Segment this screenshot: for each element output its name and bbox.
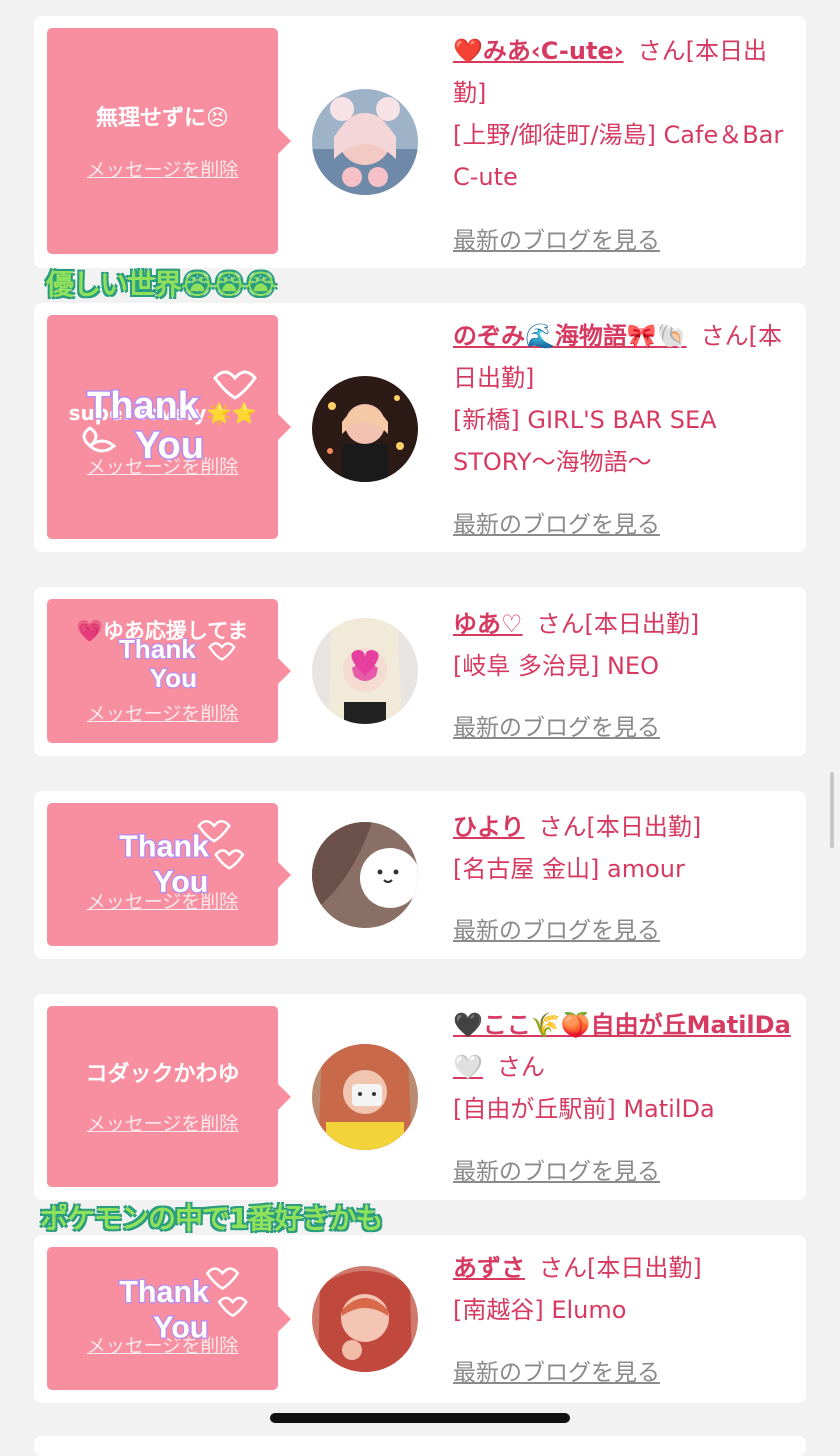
- message-bubble: 無理せずに😣 メッセージを削除: [47, 28, 291, 254]
- message-bubble: super lovely🌟⭐ メッセージを削除 Thank You: [47, 315, 291, 539]
- avatar[interactable]: [312, 89, 418, 195]
- message-bubble: コダックかわゆ メッセージを削除: [47, 1006, 291, 1187]
- cast-name-link[interactable]: あずさ: [453, 1254, 525, 1282]
- message-text: 💗ゆあ応援してま: [76, 619, 249, 643]
- message-card: super lovely🌟⭐ メッセージを削除 Thank You のぞみ🌊海物…: [34, 303, 806, 552]
- svg-text:Thank: Thank: [119, 1275, 209, 1309]
- cast-name-link[interactable]: ゆあ♡: [453, 610, 523, 638]
- honorific: さん: [539, 1254, 587, 1282]
- honorific: さん: [536, 610, 585, 638]
- work-status: [本日出勤]: [586, 813, 702, 841]
- avatar[interactable]: [312, 822, 418, 928]
- message-card: コダックかわゆ メッセージを削除 🖤ここ🌾🍑自由が丘MatilDa🤍 さん [自由…: [34, 994, 806, 1200]
- shop-name: [南越谷] Elumo: [453, 1296, 627, 1324]
- shop-name: [岐阜 多治見] NEO: [453, 652, 659, 680]
- message-bubble: メッセージを削除 Thank You: [47, 1247, 291, 1390]
- message-card: メッセージを削除 Thank You あずさ さん[本日出勤] [南越谷] Elu…: [34, 1235, 806, 1403]
- cast-name-link[interactable]: のぞみ🌊海物語🎀🐚: [453, 322, 687, 350]
- delete-message-link[interactable]: メッセージを削除: [47, 155, 278, 182]
- message-text: super lovely🌟⭐: [68, 401, 257, 425]
- delete-message-link[interactable]: メッセージを削除: [47, 1109, 278, 1136]
- latest-blog-link[interactable]: 最新のブログを見る: [453, 1353, 660, 1387]
- avatar[interactable]: [312, 1044, 418, 1150]
- svg-text:Thank: Thank: [119, 829, 209, 863]
- home-indicator[interactable]: [270, 1413, 570, 1423]
- delete-message-link[interactable]: メッセージを削除: [47, 452, 278, 479]
- message-bubble: 💗ゆあ応援してま メッセージを削除 Thank You: [47, 599, 291, 743]
- honorific: さん: [637, 37, 686, 65]
- cast-name-link[interactable]: ひより: [453, 813, 525, 841]
- cast-name-link[interactable]: ❤️みあ‹C-ute›: [453, 37, 624, 65]
- work-status: [本日出勤]: [587, 1254, 702, 1282]
- message-card: 無理せずに😣 メッセージを削除 ❤️みあ‹C-ute› さん[本日出勤] [上野/…: [34, 16, 806, 268]
- message-bubble: メッセージを削除 Thank You: [47, 803, 291, 946]
- sticker-caption: ポケモンの中で1番好きかも: [40, 1202, 383, 1235]
- cast-info: 🖤ここ🌾🍑自由が丘MatilDa🤍 さん [自由が丘駅前] MatilDa: [453, 1004, 798, 1130]
- scrollbar[interactable]: [830, 772, 834, 848]
- cast-info: ゆあ♡ さん[本日出勤] [岐阜 多治見] NEO: [453, 603, 798, 687]
- honorific: さん: [538, 813, 587, 841]
- message-card: 💗ゆあ応援してま メッセージを削除 Thank You ゆあ♡ さん[本日出勤] …: [34, 587, 806, 756]
- next-message-card: [34, 1436, 806, 1456]
- delete-message-link[interactable]: メッセージを削除: [47, 887, 278, 914]
- latest-blog-link[interactable]: 最新のブログを見る: [453, 708, 660, 742]
- shop-name: [自由が丘駅前] MatilDa: [453, 1095, 715, 1123]
- cast-info: ❤️みあ‹C-ute› さん[本日出勤] [上野/御徒町/湯島] Cafe＆Bar…: [453, 30, 798, 198]
- cast-info: あずさ さん[本日出勤] [南越谷] Elumo: [453, 1247, 798, 1331]
- latest-blog-link[interactable]: 最新のブログを見る: [453, 221, 660, 255]
- work-status: [本日出勤]: [584, 610, 700, 638]
- message-text: 無理せずに😣: [96, 106, 229, 131]
- latest-blog-link[interactable]: 最新のブログを見る: [453, 505, 660, 539]
- avatar[interactable]: [312, 618, 418, 724]
- honorific: さん: [496, 1053, 545, 1081]
- message-card: メッセージを削除 Thank You ひより さん[本日出勤] [名古屋 金山] …: [34, 791, 806, 959]
- cast-info: のぞみ🌊海物語🎀🐚 さん[本日出勤] [新橋] GIRL'S BAR SEA ST…: [453, 315, 798, 483]
- svg-text:You: You: [150, 663, 197, 693]
- avatar[interactable]: [312, 1266, 418, 1372]
- sticker-caption: 優しい世界😭😭😭: [46, 268, 277, 301]
- shop-name: [新橋] GIRL'S BAR SEA STORY〜海物語〜: [453, 406, 717, 476]
- cast-info: ひより さん[本日出勤] [名古屋 金山] amour: [453, 806, 798, 890]
- delete-message-link[interactable]: メッセージを削除: [47, 1331, 278, 1358]
- latest-blog-link[interactable]: 最新のブログを見る: [453, 911, 660, 945]
- shop-name: [上野/御徒町/湯島] Cafe＆Bar C-ute: [453, 121, 784, 191]
- latest-blog-link[interactable]: 最新のブログを見る: [453, 1152, 660, 1186]
- avatar[interactable]: [312, 376, 418, 482]
- honorific: さん: [700, 322, 749, 350]
- message-text: コダックかわゆ: [85, 1062, 240, 1087]
- delete-message-link[interactable]: メッセージを削除: [47, 699, 278, 726]
- shop-name: [名古屋 金山] amour: [453, 855, 685, 883]
